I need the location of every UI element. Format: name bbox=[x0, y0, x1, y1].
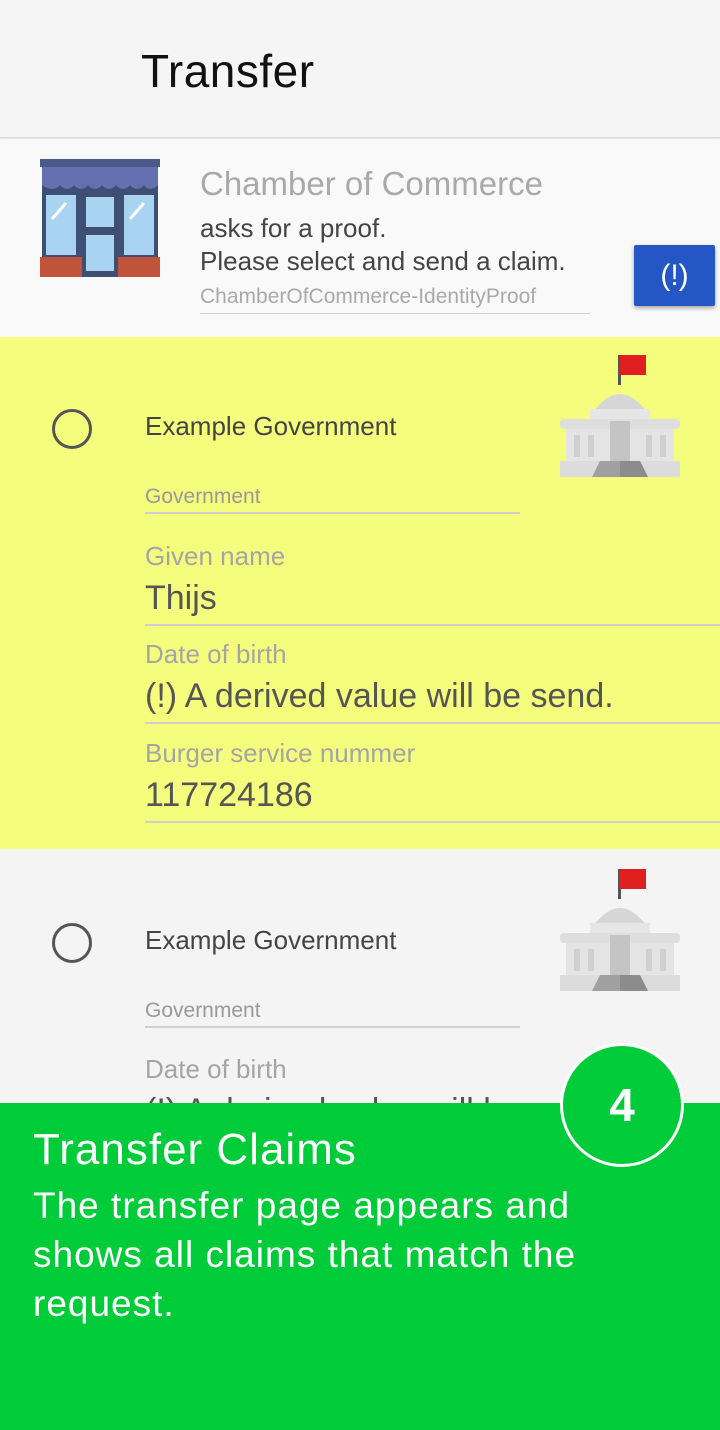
tutorial-title: Transfer Claims bbox=[33, 1125, 357, 1174]
storefront-icon bbox=[40, 159, 160, 277]
government-building-icon bbox=[560, 869, 680, 991]
proof-request-header: Chamber of Commerce asks for a proof. Pl… bbox=[0, 139, 720, 336]
claim-issuer: Example Government bbox=[145, 925, 397, 955]
claim-type: Government bbox=[145, 999, 520, 1028]
field-label-bsn: Burger service nummer bbox=[145, 738, 416, 768]
page-title: Transfer bbox=[141, 45, 315, 97]
field-value-bsn: 117724186 bbox=[145, 776, 720, 823]
field-label-date-of-birth: Date of birth bbox=[145, 1054, 287, 1084]
tutorial-step-badge: 4 bbox=[560, 1043, 684, 1167]
claim-issuer: Example Government bbox=[145, 411, 397, 441]
proof-type-label: ChamberOfCommerce-IdentityProof bbox=[200, 285, 590, 314]
app-bar: Transfer bbox=[0, 0, 720, 138]
claim-type: Government bbox=[145, 485, 520, 514]
info-button[interactable]: (!) bbox=[634, 245, 715, 306]
field-value-given-name: Thijs bbox=[145, 579, 720, 626]
claim-radio-button[interactable] bbox=[52, 409, 92, 449]
government-building-icon bbox=[560, 355, 680, 477]
requester-name: Chamber of Commerce bbox=[200, 165, 543, 202]
request-message-line1: asks for a proof. bbox=[200, 213, 387, 243]
tutorial-description: The transfer page appears and shows all … bbox=[33, 1185, 577, 1324]
field-label-date-of-birth: Date of birth bbox=[145, 639, 287, 669]
claim-radio-button[interactable] bbox=[52, 923, 92, 963]
field-value-date-of-birth: (!) A derived value will be send. bbox=[145, 677, 720, 724]
field-label-given-name: Given name bbox=[145, 541, 286, 571]
request-message-line2: Please select and send a claim. bbox=[200, 246, 566, 276]
claim-card[interactable]: Example Government Government Given name… bbox=[0, 337, 720, 849]
